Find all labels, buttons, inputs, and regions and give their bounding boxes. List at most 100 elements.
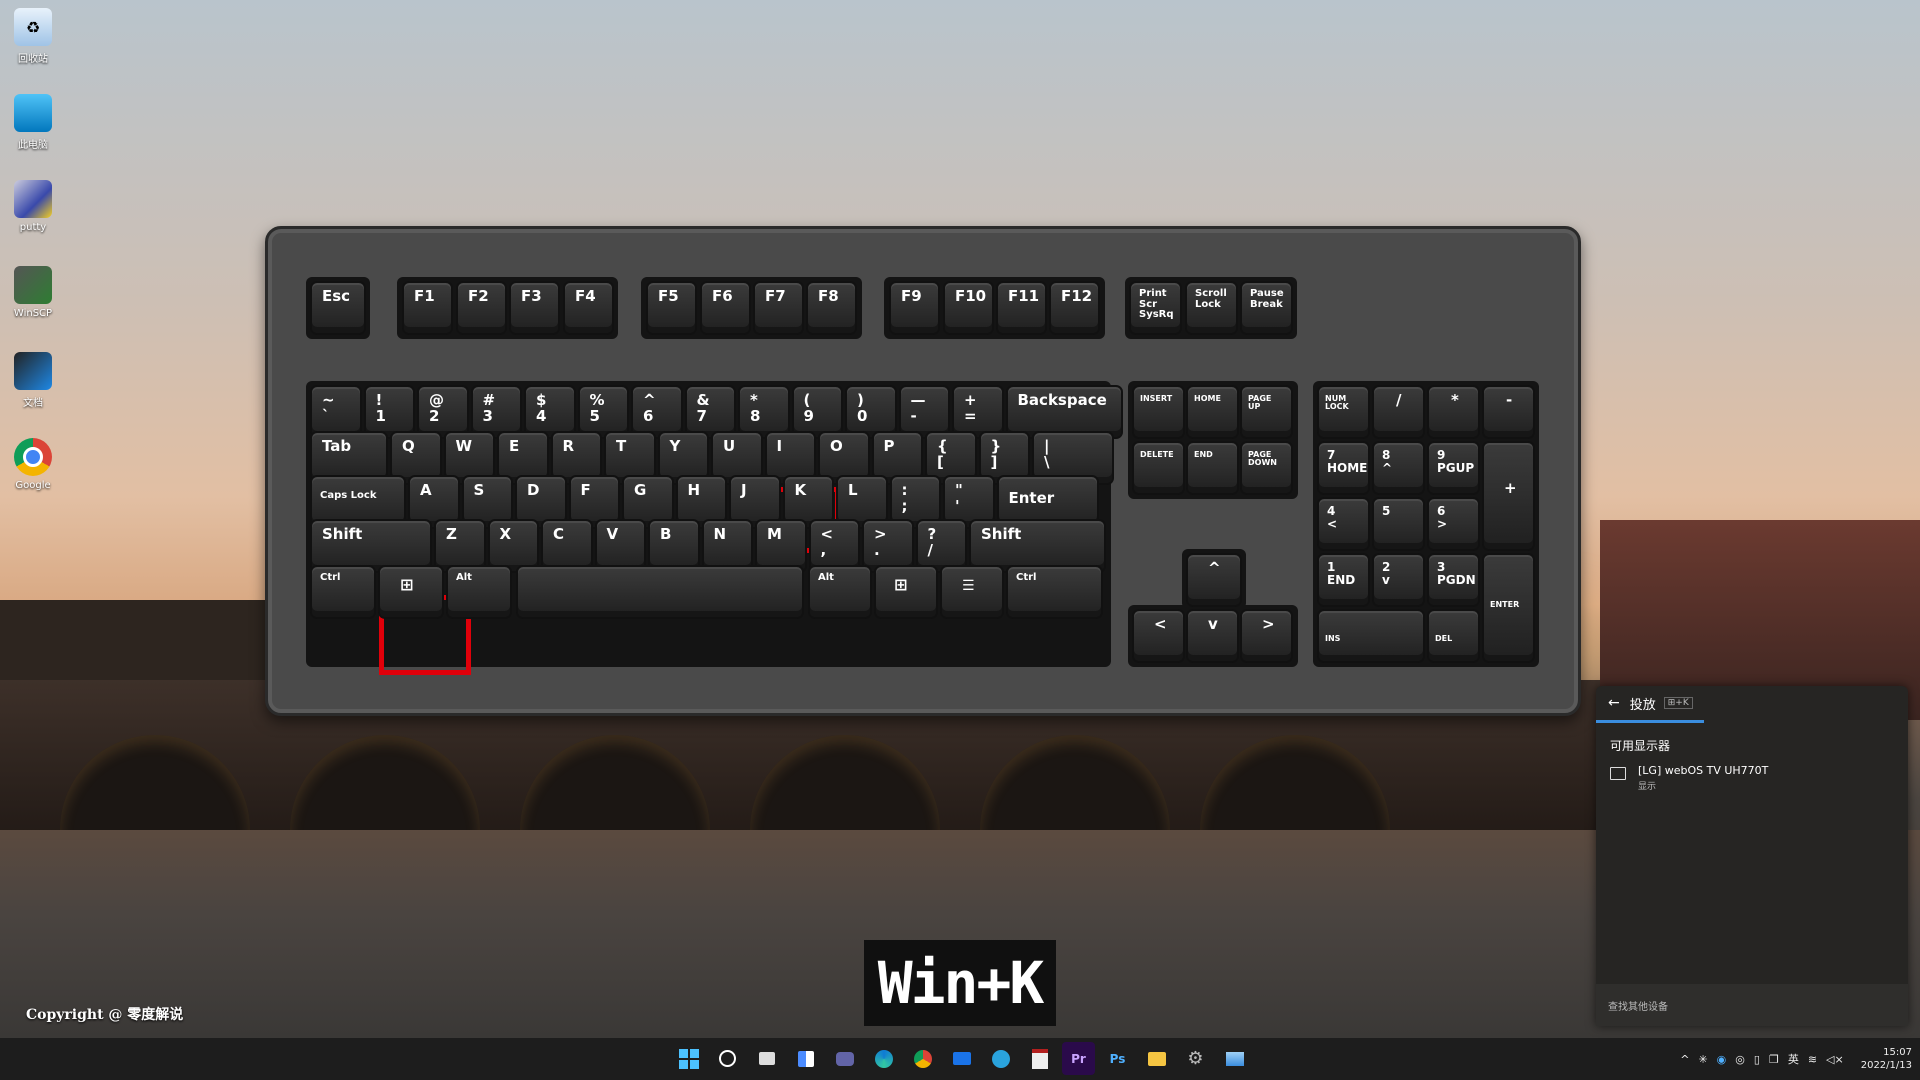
mail-icon[interactable] (945, 1042, 978, 1075)
desktop-icon-label: 此电脑 (18, 140, 48, 151)
key-left-ctrl: Ctrl (310, 565, 376, 619)
premiere-icon[interactable]: Pr (1062, 1042, 1095, 1075)
key-numpad-enter: ENTER (1482, 553, 1535, 663)
tray-app-icon[interactable]: ◉ (1717, 1053, 1727, 1066)
key-numpad: 7 HOME (1317, 441, 1370, 495)
key-numpad: 6 > (1427, 497, 1480, 551)
tray-app-icon[interactable]: ▯ (1754, 1053, 1760, 1066)
key-numpad: 5 (1372, 497, 1425, 551)
clock[interactable]: 15:07 2022/1/13 (1861, 1046, 1912, 1073)
key-numpad-minus: - (1482, 385, 1535, 439)
key-f10: F10 (943, 281, 994, 335)
key-f1: F1 (402, 281, 453, 335)
chrome-icon[interactable] (906, 1042, 939, 1075)
desktop-icon-chrome[interactable]: Google (8, 434, 58, 520)
key-print-screen: Print Scr SysRq (1129, 281, 1182, 335)
key-insert: INSERT (1132, 385, 1185, 439)
key-arrow-down: v (1186, 609, 1239, 663)
taskbar: Pr Ps ⚙ ^ ✳ ◉ ◎ ▯ ❐ 英 ≋ ◁× 15:07 2022/1/… (0, 1038, 1920, 1080)
key-pause-break: Pause Break (1240, 281, 1293, 335)
key-f9: F9 (889, 281, 940, 335)
putty-icon (14, 180, 52, 218)
photoshop-icon[interactable]: Ps (1101, 1042, 1134, 1075)
key-scroll-lock: Scroll Lock (1185, 281, 1238, 335)
key-right-alt: Alt (808, 565, 872, 619)
cast-title: 投放 (1629, 697, 1656, 713)
wifi-icon[interactable]: ≋ (1808, 1053, 1817, 1066)
key-page-down: PAGE DOWN (1240, 441, 1293, 495)
cast-header: ← 投放 ⊞+K (1596, 686, 1908, 720)
desktop-icon-winscp[interactable]: WinSCP (8, 262, 58, 348)
desktop-icon-putty[interactable]: putty (8, 176, 58, 262)
computer-icon (14, 94, 52, 132)
key-f6: F6 (700, 281, 751, 335)
desktop-icon-computer[interactable]: 此电脑 (8, 90, 58, 176)
back-arrow-icon[interactable]: ← (1608, 695, 1620, 711)
key-numpad: 2v (1372, 553, 1425, 607)
recycle-bin-icon: ♻ (14, 8, 52, 46)
key-numpad-divide: / (1372, 385, 1425, 439)
network-settings-icon[interactable]: ✳ (1698, 1053, 1707, 1066)
taskbar-apps: Pr Ps ⚙ (672, 1042, 1251, 1075)
key-home: HOME (1186, 385, 1239, 439)
volume-muted-icon[interactable]: ◁× (1826, 1053, 1844, 1066)
key-numpad: 1 END (1317, 553, 1370, 607)
key-f5: F5 (646, 281, 697, 335)
cast-panel: ← 投放 ⊞+K 可用显示器 [LG] webOS TV UH770T 显示 查… (1596, 686, 1908, 1026)
keyboard-illustration: Esc F1 F2 F3 F4 F5 F6 F7 F8 F9 F10 F11 F… (265, 226, 1581, 716)
desktop-icon-documents[interactable]: 文档 (8, 348, 58, 434)
key-f2: F2 (456, 281, 507, 335)
key-f11: F11 (996, 281, 1047, 335)
device-type: 显示 (1638, 782, 1657, 792)
windows-logo-icon: ⊞ (894, 575, 908, 594)
chrome-icon (14, 438, 52, 476)
shortcut-badge: ⊞+K (1663, 697, 1693, 709)
key-delete: DELETE (1132, 441, 1185, 495)
key-numpad: 3 PGDN (1427, 553, 1480, 607)
key-numpad: 8 ^ (1372, 441, 1425, 495)
desktop-icons: ♻ 回收站 此电脑 putty WinSCP 文档 Google (8, 4, 58, 520)
key-arrow-left: < (1132, 609, 1185, 663)
background-palace (0, 600, 270, 690)
key-arrow-up: ^ (1186, 553, 1242, 607)
windows-logo-icon: ⊞ (400, 575, 414, 594)
tray-app-icon[interactable]: ◎ (1735, 1053, 1745, 1066)
photos-icon[interactable] (1218, 1042, 1251, 1075)
calendar-icon[interactable] (1023, 1042, 1056, 1075)
clock-time: 15:07 (1883, 1046, 1912, 1058)
key-numpad: 4 < (1317, 497, 1370, 551)
settings-icon[interactable]: ⚙ (1179, 1042, 1212, 1075)
desktop-icon-label: 文档 (23, 398, 43, 409)
input-language-indicator[interactable]: 英 (1788, 1051, 1799, 1067)
copyright-text: Copyright @ 零度解说 (26, 1007, 184, 1023)
key-num-lock: NUM LOCK (1317, 385, 1370, 439)
desktop-icon-label: putty (19, 222, 47, 233)
telegram-icon[interactable] (984, 1042, 1017, 1075)
key-f7: F7 (753, 281, 804, 335)
desktop-icon-label: Google (15, 480, 51, 491)
edge-icon[interactable] (867, 1042, 900, 1075)
key-f3: F3 (509, 281, 560, 335)
cast-device-item[interactable]: [LG] webOS TV UH770T 显示 (1596, 764, 1908, 792)
key-f12: F12 (1049, 281, 1100, 335)
start-icon[interactable] (672, 1042, 705, 1075)
key-f4: F4 (563, 281, 614, 335)
key-arrow-right: > (1240, 609, 1293, 663)
desktop-icon-label: WinSCP (13, 308, 53, 319)
search-icon[interactable] (711, 1042, 744, 1075)
file-explorer-icon[interactable] (1140, 1042, 1173, 1075)
find-other-devices-link[interactable]: 查找其他设备 (1596, 984, 1908, 1026)
key-right-win: ⊞ (874, 565, 938, 619)
teams-icon[interactable] (828, 1042, 861, 1075)
key-numpad-plus: + (1482, 441, 1535, 551)
desktop-icon-recycle-bin[interactable]: ♻ 回收站 (8, 4, 58, 90)
show-hidden-icons-chevron-icon[interactable]: ^ (1680, 1053, 1689, 1066)
task-view-icon[interactable] (750, 1042, 783, 1075)
device-name: [LG] webOS TV UH770T (1638, 764, 1769, 777)
shortcut-caption: Win+K (864, 940, 1056, 1026)
tray-app-icon[interactable]: ❐ (1769, 1053, 1779, 1066)
key-numpad: 9 PGUP (1427, 441, 1480, 495)
available-displays-heading: 可用显示器 (1610, 739, 1671, 753)
widgets-icon[interactable] (789, 1042, 822, 1075)
desktop-icon-label: 回收站 (18, 54, 48, 65)
